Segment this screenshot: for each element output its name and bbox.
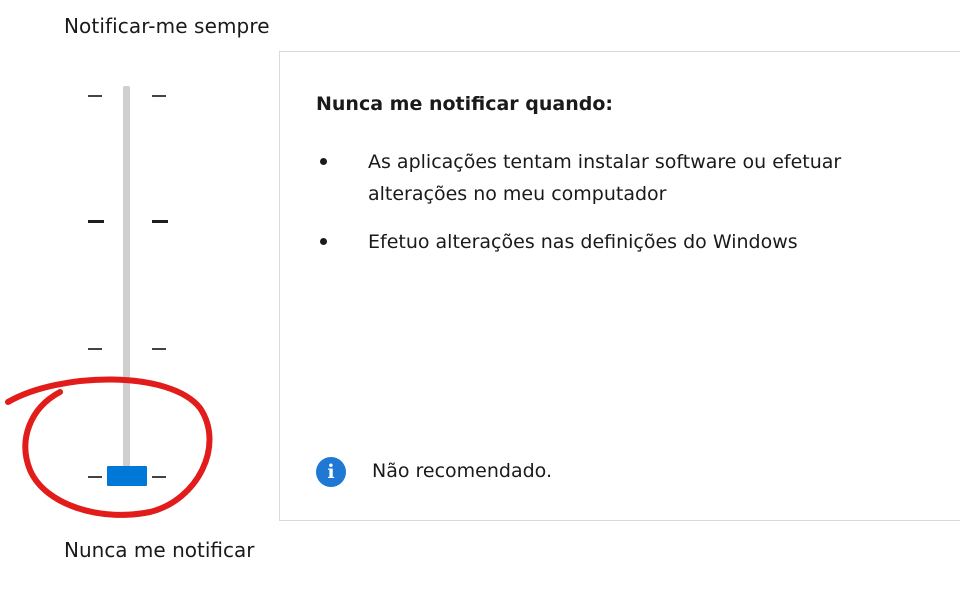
tick-mark bbox=[88, 476, 102, 478]
bullet-icon bbox=[320, 238, 327, 245]
tick-mark bbox=[152, 95, 166, 97]
list-item: As aplicações tentam instalar software o… bbox=[368, 151, 842, 205]
tick-mark bbox=[152, 220, 168, 223]
info-message: Não recomendado. bbox=[372, 460, 553, 482]
tick-mark bbox=[88, 95, 102, 97]
notification-level-slider[interactable] bbox=[80, 80, 180, 500]
panel-title: Nunca me notificar quando: bbox=[316, 93, 614, 115]
top-label-always-notify: Notificar-me sempre bbox=[64, 14, 270, 38]
tick-mark bbox=[88, 348, 102, 350]
description-panel: Nunca me notificar quando: As aplicações… bbox=[279, 51, 960, 521]
list-item: Efetuo alterações nas definições do Wind… bbox=[368, 231, 798, 253]
slider-track[interactable] bbox=[123, 86, 130, 476]
bullet-icon bbox=[320, 158, 327, 165]
slider-thumb[interactable] bbox=[107, 466, 147, 486]
bottom-label-never-notify: Nunca me notificar bbox=[64, 538, 255, 562]
tick-mark bbox=[88, 220, 104, 223]
tick-mark bbox=[152, 348, 166, 350]
tick-mark bbox=[152, 476, 166, 478]
info-icon: i bbox=[316, 457, 346, 487]
